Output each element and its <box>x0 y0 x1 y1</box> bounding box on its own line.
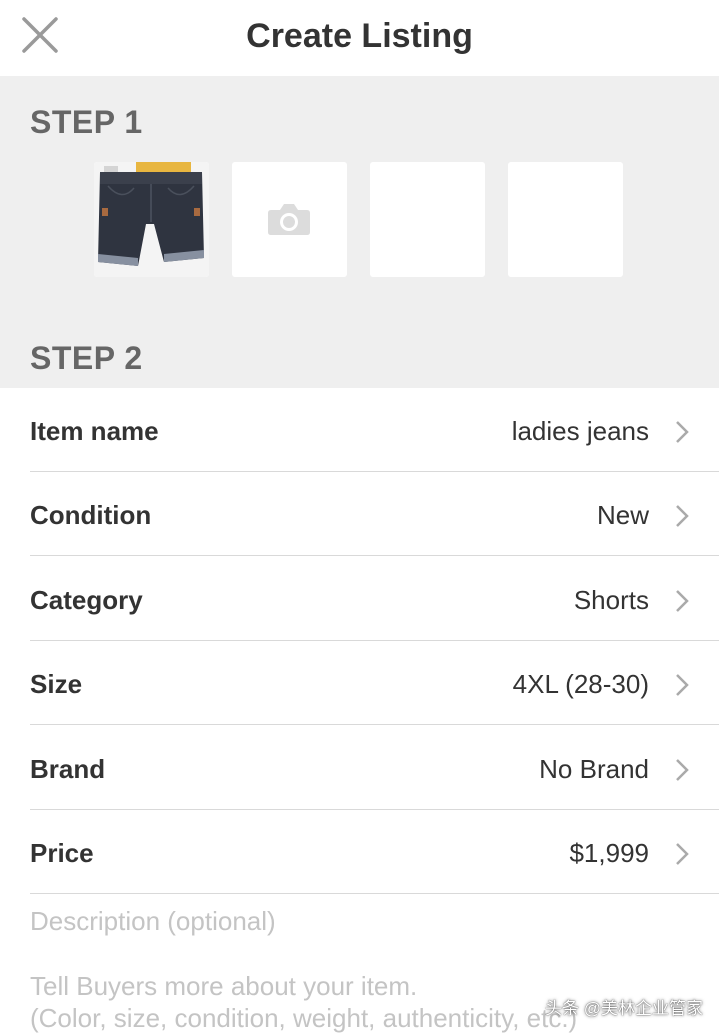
chevron-right-icon <box>676 421 689 443</box>
field-value: New <box>596 500 649 530</box>
field-value: No Brand <box>539 754 649 784</box>
step-2-label: STEP 2 <box>30 340 143 376</box>
row-divider <box>30 555 719 556</box>
row-divider <box>30 893 719 894</box>
field-label: Size <box>30 669 83 699</box>
chevron-right-icon <box>676 590 689 612</box>
size-row[interactable]: Size 4XL (28-30) <box>0 641 719 725</box>
price-row[interactable]: Price $1,999 <box>0 810 719 894</box>
field-label: Item name <box>30 416 159 446</box>
field-value: Shorts <box>573 585 649 615</box>
photo-slot-1[interactable] <box>94 162 209 277</box>
chevron-right-icon <box>676 759 689 781</box>
photo-slot-2[interactable] <box>232 162 347 277</box>
camera-icon <box>268 204 310 235</box>
photo-slot-4[interactable] <box>508 162 623 277</box>
item-name-row[interactable]: Item name ladies jeans <box>0 388 719 472</box>
row-divider <box>30 724 719 725</box>
description-label: Description (optional) <box>30 906 276 936</box>
watermark-text: 头条 @美林企业管家 <box>545 999 703 1018</box>
field-label: Brand <box>30 754 106 784</box>
field-label: Category <box>30 585 143 615</box>
chevron-right-icon <box>676 843 689 865</box>
category-row[interactable]: Category Shorts <box>0 557 719 641</box>
field-label: Price <box>30 838 94 868</box>
chevron-right-icon <box>676 505 689 527</box>
header-bar: Create Listing <box>0 0 719 76</box>
condition-row[interactable]: Condition New <box>0 472 719 556</box>
create-listing-screen: Create Listing STEP 1 STEP 2 Item name l… <box>0 0 719 1033</box>
field-value: $1,999 <box>569 838 649 868</box>
photo-slot-3[interactable] <box>370 162 485 277</box>
step-1-label: STEP 1 <box>30 104 143 140</box>
field-label: Condition <box>30 500 152 530</box>
field-value: ladies jeans <box>511 416 649 446</box>
jeans-shorts-photo <box>94 162 209 277</box>
field-value: 4XL (28-30) <box>512 669 649 699</box>
chevron-right-icon <box>676 674 689 696</box>
page-title: Create Listing <box>246 17 473 55</box>
brand-row[interactable]: Brand No Brand <box>0 726 719 810</box>
